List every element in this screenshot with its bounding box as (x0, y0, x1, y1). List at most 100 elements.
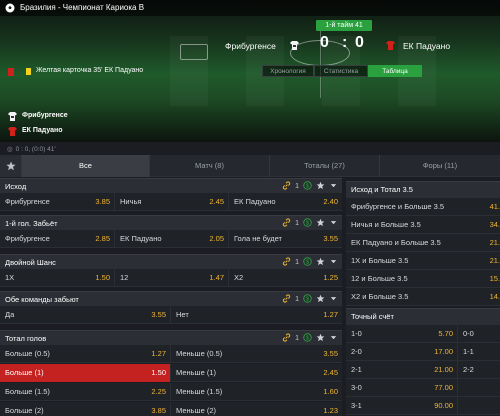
link-icon[interactable] (282, 218, 291, 229)
league-title: Бразилия - Чемпионат Кариока B (20, 3, 145, 12)
market-header[interactable]: Обе команды забьют 1 $ (0, 291, 342, 306)
market-row: Больше (0.5) 1.27 Меньше (0.5) 3.55 (0, 345, 342, 363)
market-row: 2-0 17.00 1-1 (346, 343, 500, 361)
market-row: 1X и Больше 3.5 21. (346, 252, 500, 270)
odds-button[interactable]: 0-0 (458, 325, 500, 343)
odds-button[interactable]: 3-0 77.00 (346, 379, 458, 397)
star-icon[interactable] (316, 333, 325, 344)
odds-button[interactable]: ЕК Падуано 2.40 (229, 193, 342, 211)
market-row: 3-0 77.00 (346, 379, 500, 397)
odds-button[interactable]: 2-2 (458, 361, 500, 379)
odds-button[interactable] (458, 379, 500, 397)
market-row: 1X 1.50 12 1.47 X2 1.25 (0, 269, 342, 287)
odds-button[interactable]: Меньше (0.5) 3.55 (171, 345, 342, 363)
market-row: Фрибургенсе 2.85 ЕК Падуано 2.05 Гола не буд… (0, 230, 342, 248)
favorites-tab[interactable] (0, 155, 22, 177)
odds-button[interactable]: 12 и Больше 3.5 15. (346, 270, 500, 288)
odds-value: 2.25 (151, 387, 166, 396)
dollar-icon[interactable]: $ (303, 333, 312, 344)
market-header[interactable]: Точный счёт (346, 308, 500, 325)
odds-button[interactable]: Больше (1.5) 2.25 (0, 383, 171, 401)
odds-button[interactable]: Нет 1.27 (171, 306, 342, 324)
outcome-label: Больше (0.5) (5, 349, 50, 358)
odds-value: 21.00 (434, 365, 453, 374)
headset-icon: ◎ (7, 146, 13, 153)
match-header: Бразилия - Чемпионат Кариока B 1-й тайм … (0, 0, 500, 142)
odds-button[interactable] (458, 397, 500, 415)
odds-button[interactable]: Фрибургенсе 2.85 (0, 230, 115, 248)
link-icon[interactable] (282, 181, 291, 192)
chevron-down-icon[interactable] (329, 333, 338, 344)
dollar-icon[interactable]: $ (303, 294, 312, 305)
odds-button[interactable]: 1X 1.50 (0, 269, 115, 287)
odds-button[interactable]: Больше (1) 1.50 (0, 364, 171, 382)
market-header[interactable]: Исход и Тотал 3.5 (346, 181, 500, 198)
home-jersey-icon (8, 112, 17, 121)
dollar-icon[interactable]: $ (303, 257, 312, 268)
odds-button[interactable]: 2-0 17.00 (346, 343, 458, 361)
dollar-icon[interactable]: $ (303, 181, 312, 192)
odds-button[interactable]: Меньше (1.5) 1.60 (171, 383, 342, 401)
market-title: Тотал голов (5, 334, 47, 343)
odds-button[interactable]: Ничья и Больше 3.5 34. (346, 216, 500, 234)
tab-statistics[interactable]: Статистика (314, 65, 368, 77)
market-title: Обе команды забьют (5, 295, 79, 304)
star-icon[interactable] (316, 218, 325, 229)
odds-button[interactable]: X2 1.25 (229, 269, 342, 287)
odds-value: 17.00 (434, 347, 453, 356)
odds-button[interactable]: ЕК Падуано и Больше 3.5 21. (346, 234, 500, 252)
odds-button[interactable]: 3-1 90.00 (346, 397, 458, 415)
odds-button[interactable]: X2 и Больше 3.5 14. (346, 288, 500, 306)
odds-button[interactable]: Ничья 2.45 (115, 193, 229, 211)
odds-button[interactable]: Да 3.55 (0, 306, 171, 324)
market-header[interactable]: Двойной Шанс 1 $ (0, 254, 342, 269)
odds-value: 15. (489, 274, 500, 283)
odds-button[interactable]: Гола не будет 3.55 (229, 230, 342, 248)
tab-handicaps[interactable]: Форы (11) (380, 155, 500, 177)
tab-totals[interactable]: Тоталы (27) (270, 155, 380, 177)
odds-button[interactable]: Больше (0.5) 1.27 (0, 345, 171, 363)
odds-button[interactable]: 12 1.47 (115, 269, 229, 287)
star-icon[interactable] (316, 257, 325, 268)
odds-button[interactable]: 1-1 (458, 343, 500, 361)
dollar-icon[interactable]: $ (303, 218, 312, 229)
odds-button[interactable]: Фрибургенсе и Больше 3.5 41. (346, 198, 500, 216)
market-header-icons: 1 $ (282, 294, 338, 305)
market-title: Исход и Тотал 3.5 (351, 185, 413, 194)
tab-timeline[interactable]: Хронология (262, 65, 314, 77)
star-icon[interactable] (316, 294, 325, 305)
tab-table[interactable]: Таблица (368, 65, 422, 77)
odds-value: 14. (489, 292, 500, 301)
market-header[interactable]: Тотал голов 1 $ (0, 330, 342, 345)
outcome-label: 12 (120, 273, 129, 282)
outcome-label: 3-0 (351, 383, 362, 392)
odds-button[interactable]: 1-0 5.70 (346, 325, 458, 343)
market-header[interactable]: 1-й гол. Забьёт 1 $ (0, 215, 342, 230)
chevron-down-icon[interactable] (329, 294, 338, 305)
market-title: Точный счёт (351, 312, 394, 321)
star-icon[interactable] (316, 181, 325, 192)
odds-button[interactable]: 1X и Больше 3.5 21. (346, 252, 500, 270)
link-icon[interactable] (282, 294, 291, 305)
odds-button[interactable]: Больше (2) 3.85 (0, 402, 171, 416)
market-header[interactable]: Исход 1 $ (0, 178, 342, 193)
outcome-label: Да (5, 310, 15, 319)
tab-all[interactable]: Все (22, 155, 150, 177)
odds-value: 2.05 (209, 234, 224, 243)
odds-button[interactable]: Фрибургенсе 3.85 (0, 193, 115, 211)
home-jersey-icon (290, 41, 299, 50)
star-icon (5, 161, 16, 171)
odds-button[interactable]: ЕК Падуано 2.05 (115, 230, 229, 248)
tab-match[interactable]: Матч (8) (150, 155, 270, 177)
odds-button[interactable]: 2-1 21.00 (346, 361, 458, 379)
odds-button[interactable]: Меньше (2) 1.23 (171, 402, 342, 416)
chevron-down-icon[interactable] (329, 181, 338, 192)
odds-value: 1.25 (323, 273, 338, 282)
link-icon[interactable] (282, 257, 291, 268)
outcome-label: Больше (2) (5, 406, 44, 415)
odds-value: 77.00 (434, 383, 453, 392)
link-icon[interactable] (282, 333, 291, 344)
odds-button[interactable]: Меньше (1) 2.45 (171, 364, 342, 382)
chevron-down-icon[interactable] (329, 257, 338, 268)
chevron-down-icon[interactable] (329, 218, 338, 229)
